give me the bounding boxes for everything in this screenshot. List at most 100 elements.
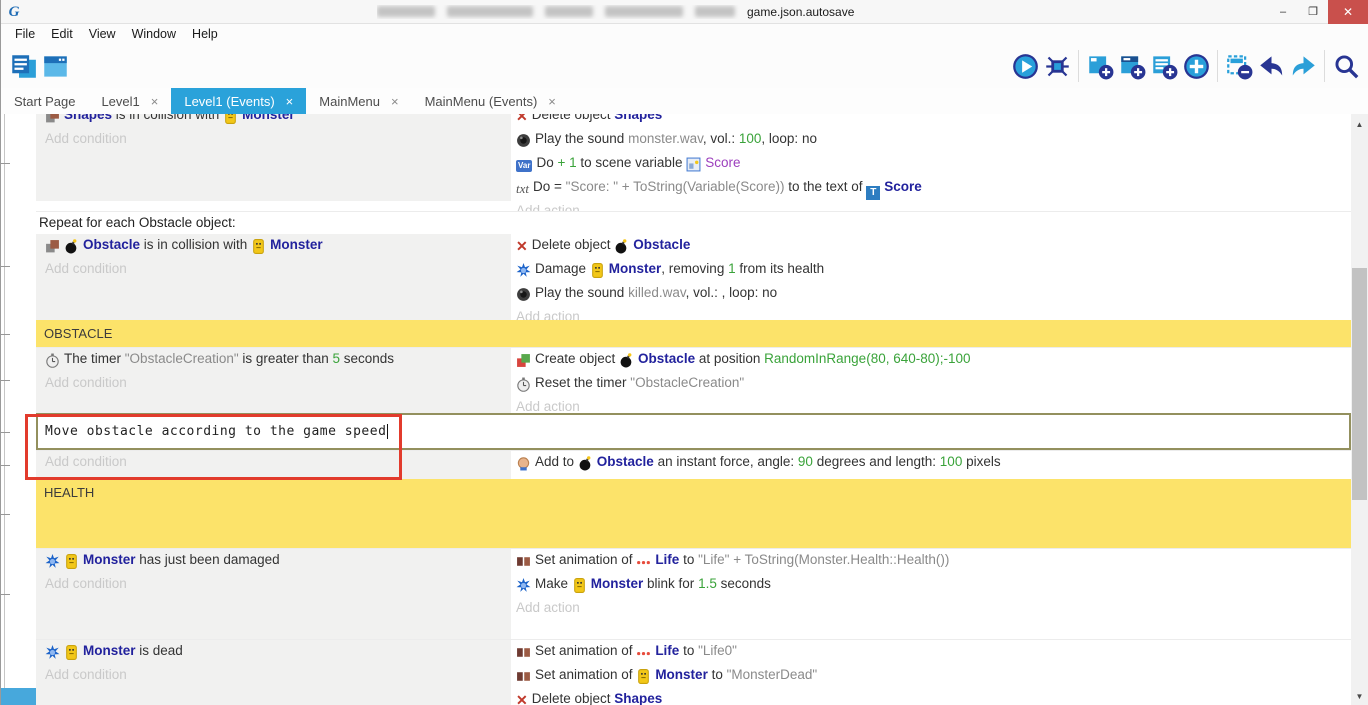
add-action-button[interactable]: Add action <box>516 597 1351 619</box>
event-content: Repeat for each Obstacle object:Obstacle… <box>36 212 1351 320</box>
event-text: Life <box>655 552 679 567</box>
menu-file[interactable]: File <box>7 24 43 44</box>
add-action-button[interactable]: Add action <box>516 200 1351 211</box>
tab-label: MainMenu (Events) <box>425 94 538 109</box>
scroll-down-arrow-icon[interactable]: ▼ <box>1351 688 1368 705</box>
condition-line[interactable]: Monster has just been damaged <box>45 549 511 573</box>
window-title: game.json.autosave <box>377 5 1268 19</box>
fold-tick-icon[interactable] <box>1 266 10 267</box>
tab-close-icon[interactable]: × <box>391 94 399 109</box>
project-manager-icon[interactable] <box>7 50 39 82</box>
tab-start-page[interactable]: Start Page <box>1 88 88 114</box>
fold-tick-icon[interactable] <box>1 163 10 164</box>
add-circle-icon[interactable] <box>1180 50 1212 82</box>
tab-close-icon[interactable]: × <box>151 94 159 109</box>
action-line[interactable]: Make Monster blink for 1.5 seconds <box>516 573 1351 597</box>
add-action-button[interactable]: Add action <box>516 306 1351 320</box>
event-text: , vol.: , loop: no <box>686 285 778 300</box>
event-text: Delete object <box>532 691 615 705</box>
fold-tick-icon[interactable] <box>1 514 10 515</box>
play-icon[interactable] <box>1009 50 1041 82</box>
event-text: 1 <box>728 261 736 276</box>
fold-tick-icon[interactable] <box>1 594 10 595</box>
event-monster-damaged[interactable]: Monster has just been damagedAdd conditi… <box>36 548 1351 639</box>
event-text: to <box>708 667 727 682</box>
condition-line[interactable]: The timer "ObstacleCreation" is greater … <box>45 348 511 372</box>
action-line[interactable]: ✕Delete object Shapes <box>516 114 1351 128</box>
damage-icon <box>45 551 60 573</box>
fold-tick-icon[interactable] <box>1 334 10 335</box>
tab-mainmenu[interactable]: MainMenu× <box>306 88 411 114</box>
debug-icon[interactable] <box>1041 50 1073 82</box>
action-line[interactable]: Set animation of Monster to "MonsterDead… <box>516 664 1351 688</box>
action-line[interactable]: txtDo = "Score: " + ToString(Variable(Sc… <box>516 176 1351 200</box>
event-monster-dead[interactable]: Monster is deadAdd conditionSet animatio… <box>36 639 1351 705</box>
action-line[interactable]: Reset the timer "ObstacleCreation" <box>516 372 1351 396</box>
add-condition-button[interactable]: Add condition <box>45 258 511 280</box>
action-line[interactable]: ✕Delete object Shapes <box>516 688 1351 705</box>
fold-tick-icon[interactable] <box>1 465 10 466</box>
event-shapes-collision[interactable]: Shapes is in collision with MonsterAdd c… <box>36 114 1351 211</box>
conditions-column: The timer "ObstacleCreation" is greater … <box>36 348 511 413</box>
action-line[interactable]: Set animation of Life to "Life" + ToStri… <box>516 549 1351 573</box>
undo-icon[interactable] <box>1255 50 1287 82</box>
scrollbar-thumb[interactable] <box>1352 268 1367 500</box>
restore-button[interactable]: ❐ <box>1298 0 1328 24</box>
tab-level1-events-[interactable]: Level1 (Events)× <box>171 88 306 114</box>
event-text: = <box>554 179 566 194</box>
menu-edit[interactable]: Edit <box>43 24 81 44</box>
tab-close-icon[interactable]: × <box>548 94 556 109</box>
add-subevent-icon[interactable] <box>1116 50 1148 82</box>
action-line[interactable]: VarDo + 1 to scene variable Score <box>516 152 1351 176</box>
add-condition-button[interactable]: Add condition <box>45 372 511 394</box>
search-icon[interactable] <box>1330 50 1362 82</box>
comment-move-obstacle[interactable]: Move obstacle according to the game spee… <box>36 413 1351 450</box>
close-button[interactable]: ✕ <box>1328 0 1368 24</box>
add-condition-button[interactable]: Add condition <box>45 573 511 595</box>
add-comment-icon[interactable] <box>1148 50 1180 82</box>
tab-close-icon[interactable]: × <box>286 94 294 109</box>
event-text: Reset the timer <box>535 375 630 390</box>
redo-icon[interactable] <box>1287 50 1319 82</box>
event-foreach-obstacle[interactable]: Repeat for each Obstacle object:Obstacle… <box>36 211 1351 320</box>
condition-line[interactable]: Monster is dead <box>45 640 511 664</box>
action-line[interactable]: Damage Monster, removing 1 from its heal… <box>516 258 1351 282</box>
tab-mainmenu-events-[interactable]: MainMenu (Events) × <box>412 88 569 114</box>
action-line[interactable]: Set animation of Life to "Life0" <box>516 640 1351 664</box>
event-columns: Shapes is in collision with MonsterAdd c… <box>36 114 1351 201</box>
action-line[interactable]: Play the sound killed.wav, vol.: , loop:… <box>516 282 1351 306</box>
action-line[interactable]: Create object Obstacle at position Rando… <box>516 348 1351 372</box>
monster-icon <box>64 551 79 573</box>
scene-window-icon[interactable] <box>39 50 71 82</box>
minimize-button[interactable]: – <box>1268 0 1298 24</box>
add-condition-button[interactable]: Add condition <box>45 128 511 150</box>
collision-icon <box>45 236 60 258</box>
remove-event-icon[interactable] <box>1223 50 1255 82</box>
event-obstacle-force[interactable]: Add conditionAdd to Obstacle an instant … <box>36 450 1351 479</box>
group-banner-label: HEALTH <box>36 479 1351 506</box>
add-action-button[interactable]: Add action <box>516 396 1351 413</box>
group-health[interactable]: HEALTH <box>36 479 1351 548</box>
menu-view[interactable]: View <box>81 24 124 44</box>
add-condition-button[interactable]: Add condition <box>45 451 511 473</box>
menu-window[interactable]: Window <box>124 24 184 44</box>
scene-variable-icon <box>686 154 701 176</box>
add-condition-button[interactable]: Add condition <box>45 664 511 686</box>
fold-tick-icon[interactable] <box>1 432 10 433</box>
action-line[interactable]: Add to Obstacle an instant force, angle:… <box>516 451 1351 475</box>
fold-tick-icon[interactable] <box>1 380 10 381</box>
event-text: "Life0" <box>698 643 737 658</box>
condition-line[interactable]: Obstacle is in collision with Monster <box>45 234 511 258</box>
condition-line[interactable]: Shapes is in collision with Monster <box>45 114 511 128</box>
add-event-icon[interactable] <box>1084 50 1116 82</box>
comment-edit-input[interactable]: Move obstacle according to the game spee… <box>36 413 1351 450</box>
group-obstacle[interactable]: OBSTACLE <box>36 320 1351 347</box>
event-obstacle-timer[interactable]: The timer "ObstacleCreation" is greater … <box>36 347 1351 413</box>
event-text: Monster <box>83 552 136 567</box>
action-line[interactable]: Play the sound monster.wav, vol.: 100, l… <box>516 128 1351 152</box>
action-line[interactable]: ✕Delete object Obstacle <box>516 234 1351 258</box>
menu-help[interactable]: Help <box>184 24 226 44</box>
scroll-up-arrow-icon[interactable]: ▲ <box>1351 116 1368 133</box>
vertical-scrollbar[interactable]: ▲ ▼ <box>1351 114 1368 705</box>
tab-level1[interactable]: Level1× <box>88 88 171 114</box>
